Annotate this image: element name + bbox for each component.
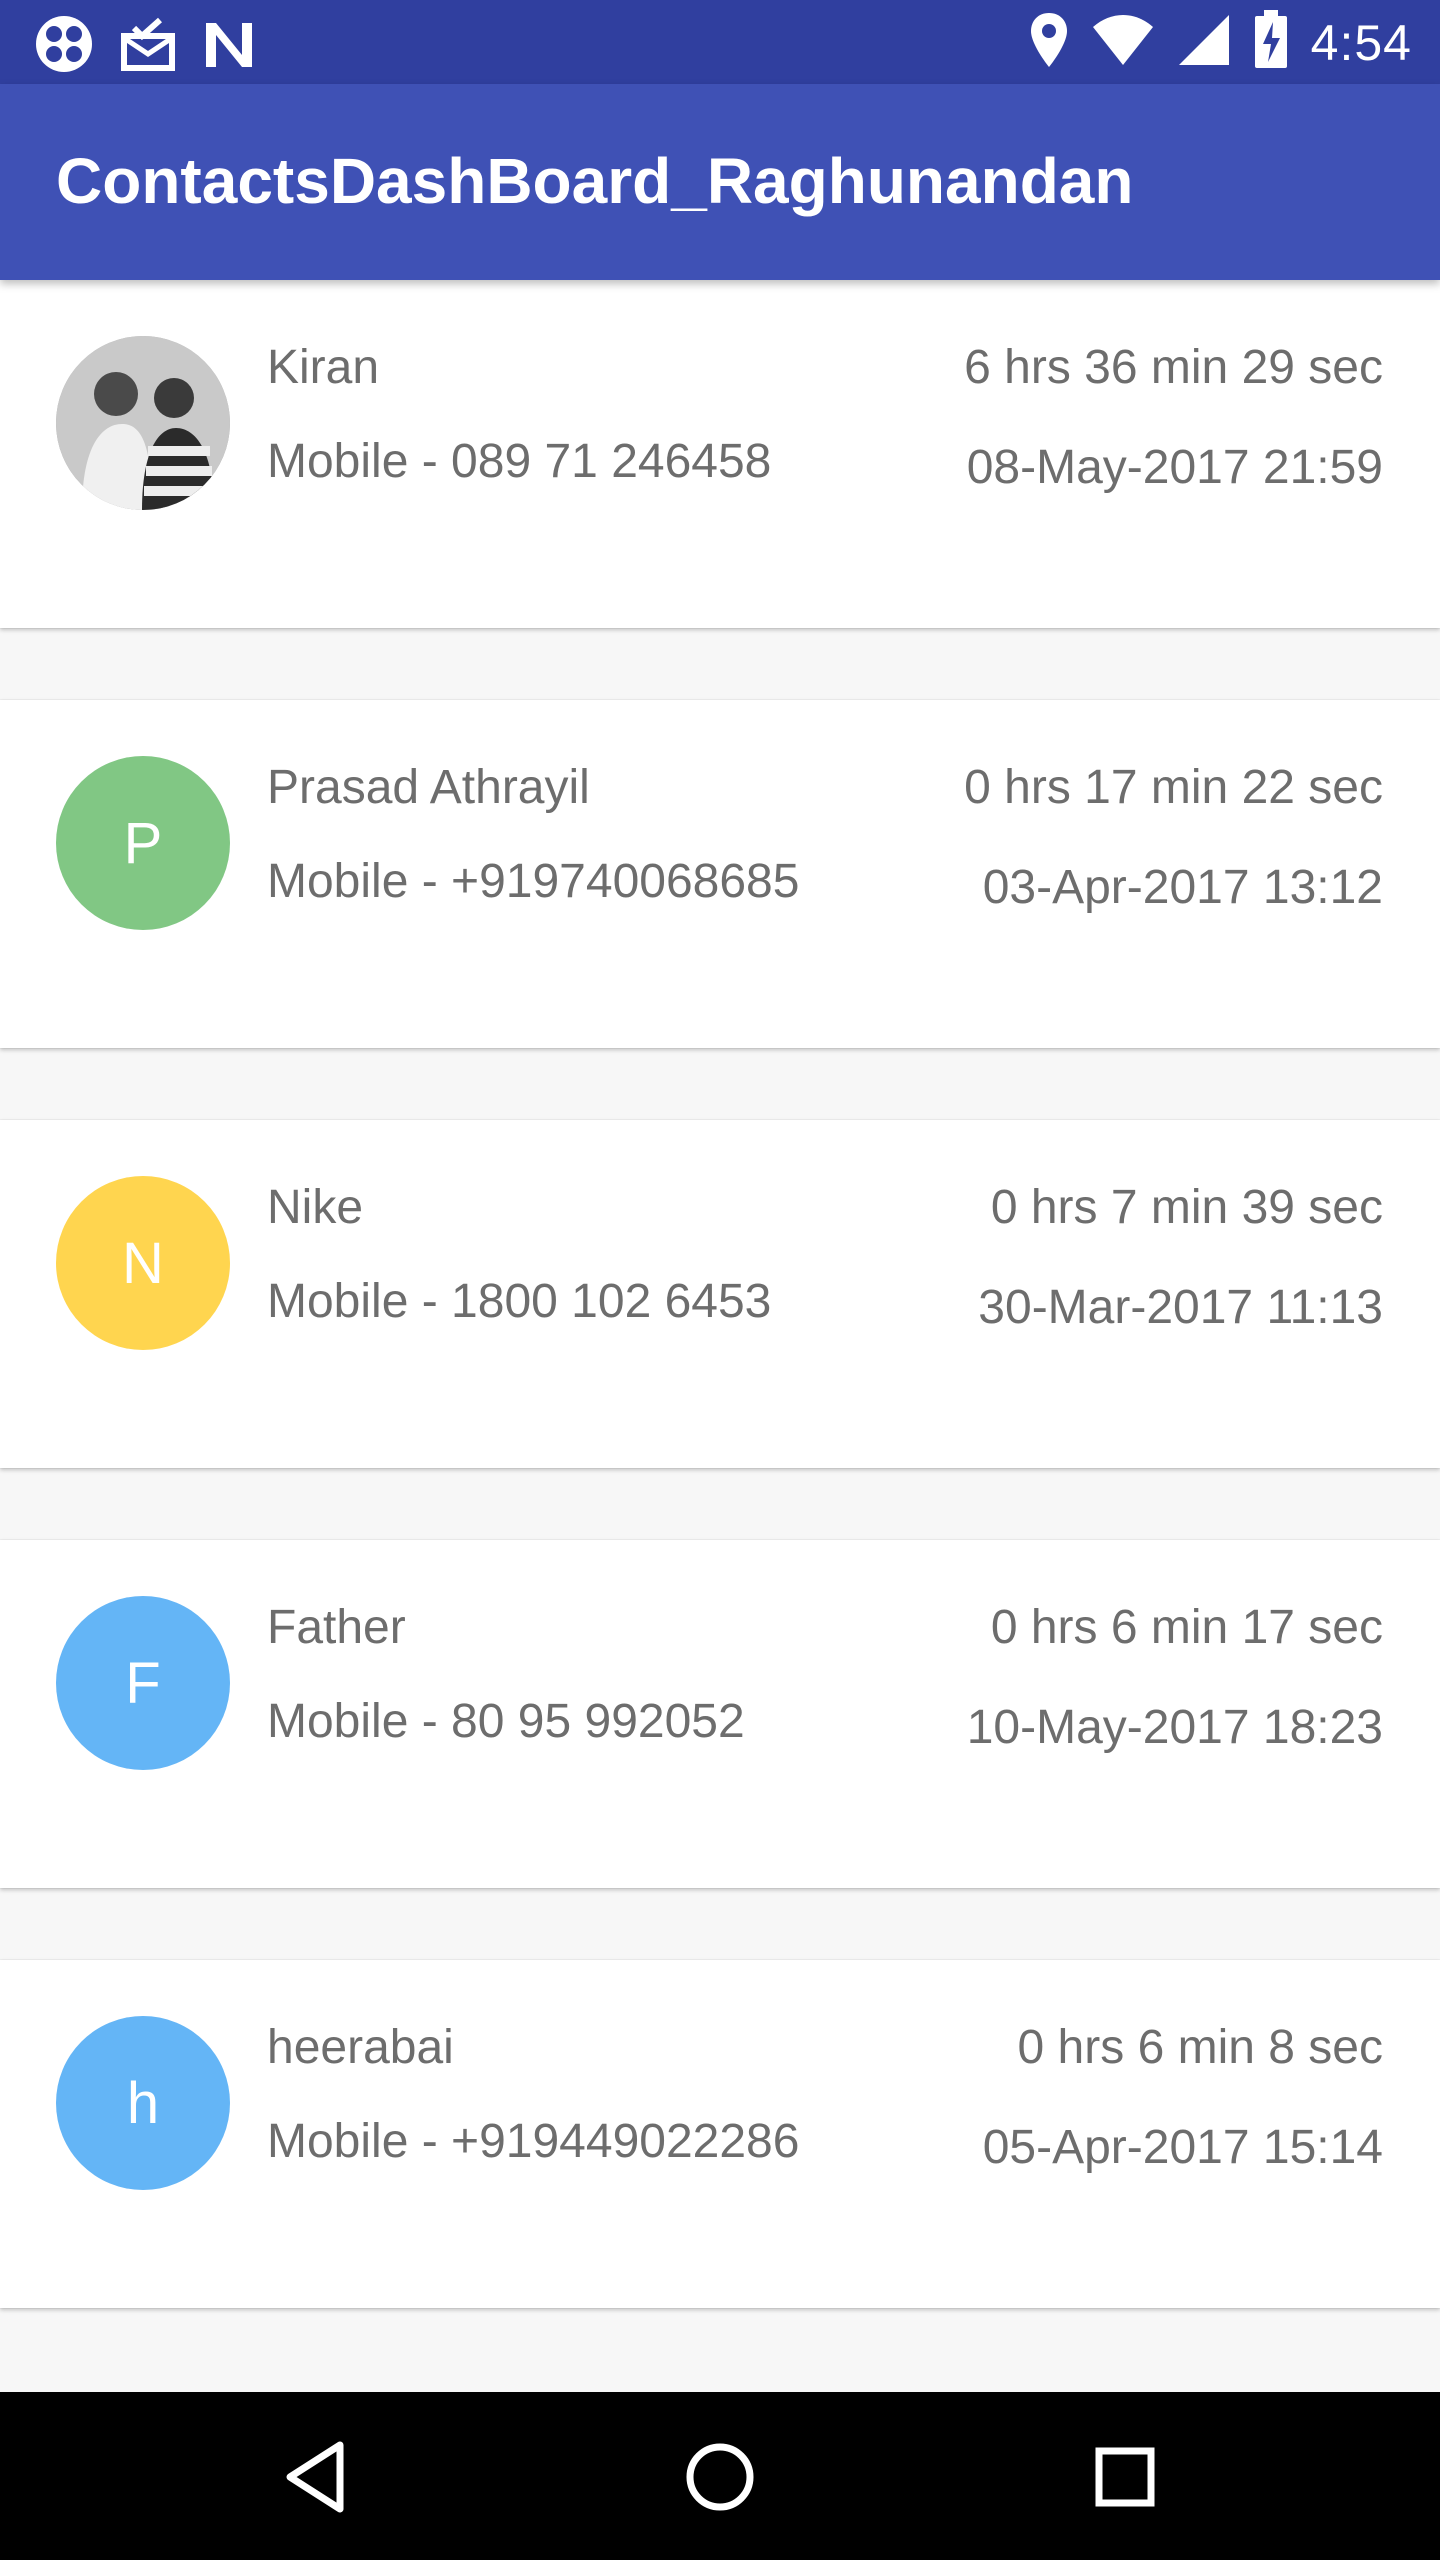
contact-card[interactable]: Kiran Mobile - 089 71 246458 6 hrs 36 mi… <box>0 280 1440 628</box>
avatar-initial: P <box>123 810 163 876</box>
app-title: ContactsDashBoard_Raghunandan <box>56 145 1134 217</box>
contact-card[interactable]: h heerabai Mobile - +919449022286 0 hrs … <box>0 1960 1440 2308</box>
call-datetime: 30-Mar-2017 11:13 <box>978 1281 1383 1334</box>
home-icon[interactable] <box>675 2432 765 2522</box>
contact-avatar: F <box>56 1596 230 1770</box>
contact-mobile: Mobile - 089 71 246458 <box>267 435 772 488</box>
navigation-bar <box>0 2392 1440 2560</box>
contact-avatar-photo <box>56 336 230 510</box>
contact-name: Father <box>267 1601 406 1654</box>
status-bar-system: 4:54 <box>1029 10 1412 75</box>
call-datetime: 05-Apr-2017 15:14 <box>982 2121 1383 2174</box>
contact-name: heerabai <box>267 2021 454 2074</box>
location-icon <box>1029 11 1069 74</box>
call-duration: 0 hrs 6 min 8 sec <box>1017 2021 1383 2074</box>
wifi-icon <box>1091 13 1155 72</box>
contact-mobile: Mobile - 80 95 992052 <box>267 1695 745 1748</box>
contact-avatar: h <box>56 2016 230 2190</box>
contact-avatar: P <box>56 756 230 930</box>
app-bar: ContactsDashBoard_Raghunandan <box>0 84 1440 280</box>
status-time: 4:54 <box>1310 14 1412 71</box>
call-duration: 0 hrs 6 min 17 sec <box>990 1601 1383 1654</box>
call-datetime: 08-May-2017 21:59 <box>966 441 1383 494</box>
avatar-initial: N <box>122 1230 164 1296</box>
back-icon[interactable] <box>270 2432 360 2522</box>
contact-mobile: Mobile - 1800 102 6453 <box>267 1275 772 1328</box>
contact-avatar: N <box>56 1176 230 1350</box>
call-duration: 0 hrs 17 min 22 sec <box>964 761 1383 814</box>
app-launcher-icon <box>34 14 94 79</box>
call-duration: 0 hrs 7 min 39 sec <box>990 1181 1383 1234</box>
battery-charging-icon <box>1253 10 1289 75</box>
n-logo-icon <box>202 17 256 76</box>
contact-mobile: Mobile - +919449022286 <box>267 2115 800 2168</box>
signal-icon <box>1177 13 1231 72</box>
call-datetime: 10-May-2017 18:23 <box>966 1701 1383 1754</box>
call-datetime: 03-Apr-2017 13:12 <box>982 861 1383 914</box>
contact-name: Kiran <box>267 341 380 394</box>
contact-card[interactable]: F Father Mobile - 80 95 992052 0 hrs 6 m… <box>0 1540 1440 1888</box>
status-bar: 4:54 <box>0 0 1440 84</box>
call-duration: 6 hrs 36 min 29 sec <box>964 341 1383 394</box>
contact-name: Nike <box>267 1181 364 1234</box>
contact-card[interactable]: P Prasad Athrayil Mobile - +919740068685… <box>0 700 1440 1048</box>
contact-mobile: Mobile - +919740068685 <box>267 855 800 908</box>
status-bar-notifications <box>34 14 256 79</box>
contact-card[interactable]: N Nike Mobile - 1800 102 6453 0 hrs 7 mi… <box>0 1120 1440 1468</box>
mail-check-icon <box>120 16 176 77</box>
recents-icon[interactable] <box>1080 2432 1170 2522</box>
contact-name: Prasad Athrayil <box>267 761 590 814</box>
avatar-initial: F <box>125 1650 161 1716</box>
avatar-initial: h <box>126 2070 160 2136</box>
